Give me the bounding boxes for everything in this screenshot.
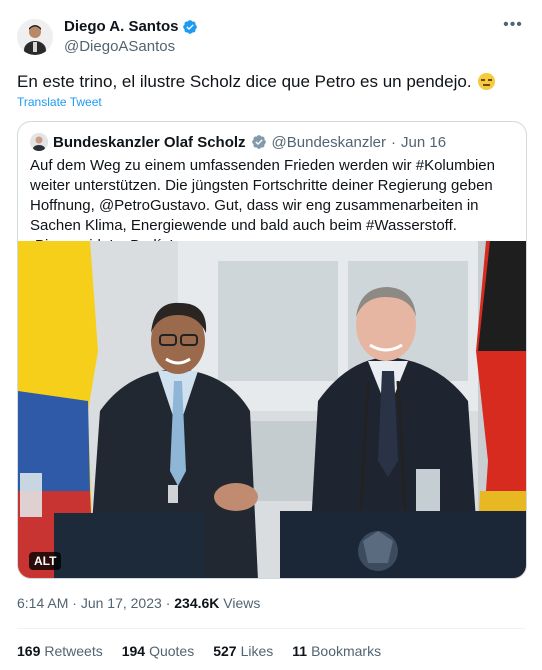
views-label: Views (223, 595, 261, 611)
bookmarks-label: Bookmarks (311, 643, 382, 659)
quotes-stat[interactable]: 194 Quotes (122, 643, 195, 659)
more-options-icon[interactable]: ••• (502, 16, 524, 36)
quoted-tweet-date: Jun 16 (401, 133, 447, 151)
tweet-metadata: 6:14 AM · Jun 17, 2023 · 234.6K Views (17, 595, 260, 611)
expressionless-face-emoji-icon (478, 73, 496, 90)
quoted-tweet-header: Bundeskanzler Olaf Scholz @Bundeskanzler… (30, 133, 446, 151)
retweets-stat[interactable]: 169 Retweets (17, 643, 103, 659)
likes-count: 527 (213, 643, 237, 659)
quoted-author-avatar (30, 133, 48, 151)
author-block: Diego A. Santos @DiegoASantos (64, 18, 198, 55)
author-avatar[interactable] (17, 19, 53, 55)
author-name[interactable]: Diego A. Santos (64, 18, 178, 35)
meta-separator-dot: · (72, 595, 77, 611)
divider (17, 628, 525, 629)
quoted-tweet-photo[interactable] (18, 241, 526, 578)
bookmarks-stat[interactable]: 11 Bookmarks (292, 643, 381, 659)
meta-separator-dot: · (165, 595, 171, 611)
likes-stat[interactable]: 527 Likes (213, 643, 273, 659)
quoted-tweet[interactable]: Bundeskanzler Olaf Scholz @Bundeskanzler… (17, 121, 527, 579)
bookmarks-count: 11 (292, 643, 308, 659)
author-handle[interactable]: @DiegoASantos (64, 38, 198, 55)
government-verified-badge-icon (251, 134, 267, 150)
tweet-date[interactable]: Jun 17, 2023 (81, 595, 162, 611)
retweets-label: Retweets (44, 643, 103, 659)
quotes-count: 194 (121, 643, 146, 659)
views-count: 234.6K (174, 595, 220, 611)
quoted-author-name: Bundeskanzler Olaf Scholz (53, 133, 246, 151)
translate-tweet-link[interactable]: Translate Tweet (17, 95, 102, 109)
engagement-stats: 169 Retweets 194 Quotes 527 Likes 11 Bookmar… (17, 643, 381, 659)
verified-badge-icon (182, 19, 198, 35)
quotes-label: Quotes (149, 643, 195, 659)
retweets-count: 169 (17, 643, 41, 659)
tweet-card: Diego A. Santos @DiegoASantos ••• En est… (0, 0, 542, 670)
quoted-author-handle: @Bundeskanzler (271, 133, 387, 151)
tweet-text-content: En este trino, el ilustre Scholz dice qu… (17, 72, 472, 91)
quoted-separator-dot: · (391, 133, 397, 151)
tweet-text: En este trino, el ilustre Scholz dice qu… (17, 71, 517, 93)
tweet-time[interactable]: 6:14 AM (17, 595, 68, 611)
author-name-row[interactable]: Diego A. Santos (64, 18, 198, 35)
alt-text-button[interactable]: ALT (29, 552, 62, 570)
likes-label: Likes (240, 643, 274, 659)
